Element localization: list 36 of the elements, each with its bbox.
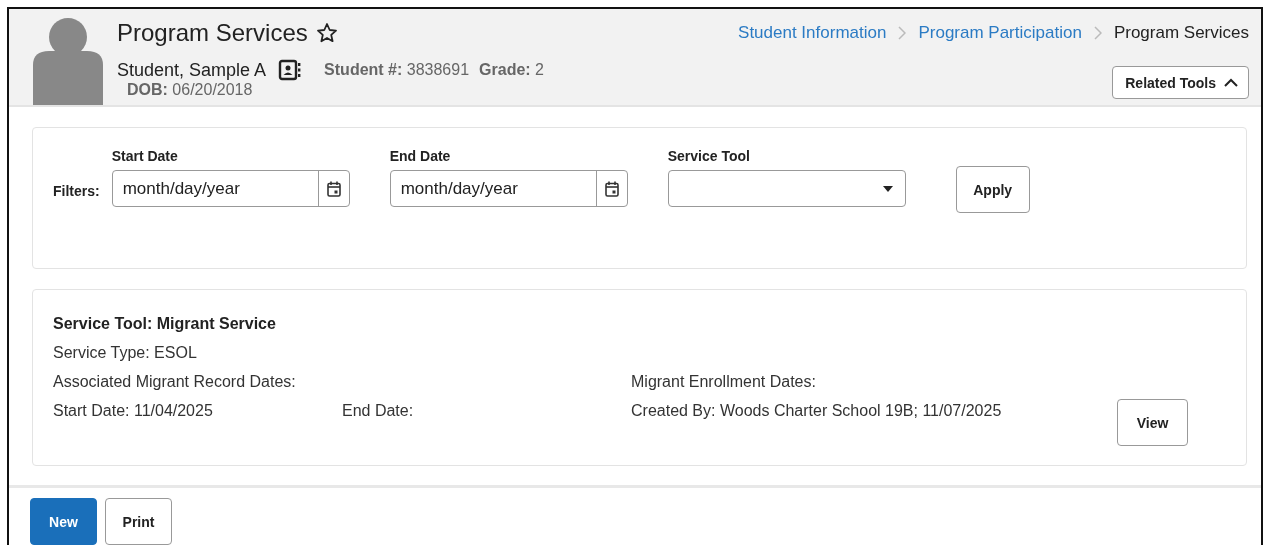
record-title: Service Tool: Migrant Service [53,315,277,334]
view-button[interactable]: View [1117,399,1188,446]
new-button[interactable]: New [30,498,97,545]
record-detail: Start Date: 11/04/2025 [53,402,214,421]
field-label: Start Date [111,148,179,166]
date-field[interactable]: month/day/year [389,170,628,207]
breadcrumb-current[interactable]: Program Services [1113,23,1249,43]
service-type: Service Type: ESOL [53,344,198,363]
calendar-icon [604,180,619,197]
dropdown-arrow-icon [882,185,893,192]
related-tools-button[interactable]: Related Tools [1112,66,1249,99]
date-field[interactable]: month/day/year [111,170,350,207]
caret-up-icon [1224,77,1238,88]
breadcrumb-link[interactable]: Student Information [738,23,887,43]
breadcrumb-link[interactable]: Program Participation [918,23,1082,43]
filters-label: Filters: [53,183,100,199]
student-name: Student, Sample A [117,59,267,81]
chevron-right-icon [898,26,907,40]
star-icon[interactable] [315,22,338,44]
student-number: Student #: 3838691 [324,61,470,79]
field-label: End Date [389,148,452,166]
record-detail: End Date: [342,402,415,421]
page-title: Program Services [117,19,308,47]
record-detail: Migrant Enrollment Dates: [631,373,817,392]
apply-button[interactable]: Apply [955,166,1030,213]
date-of-birth: DOB: 06/20/2018 [127,81,254,99]
chevron-right-icon [1093,26,1102,40]
person-avatar-icon [33,15,103,105]
dropdown-field[interactable] [667,170,906,207]
record-detail: Associated Migrant Record Dates: [53,373,297,392]
student-grade: Grade: 2 [479,61,544,79]
record-detail: Created By: Woods Charter School 19B; 11/07/2025 [631,402,1003,421]
contact-card-icon[interactable] [278,59,303,81]
print-button[interactable]: Print [105,498,172,545]
field-label: Service Tool [667,148,751,166]
calendar-icon [326,180,341,197]
